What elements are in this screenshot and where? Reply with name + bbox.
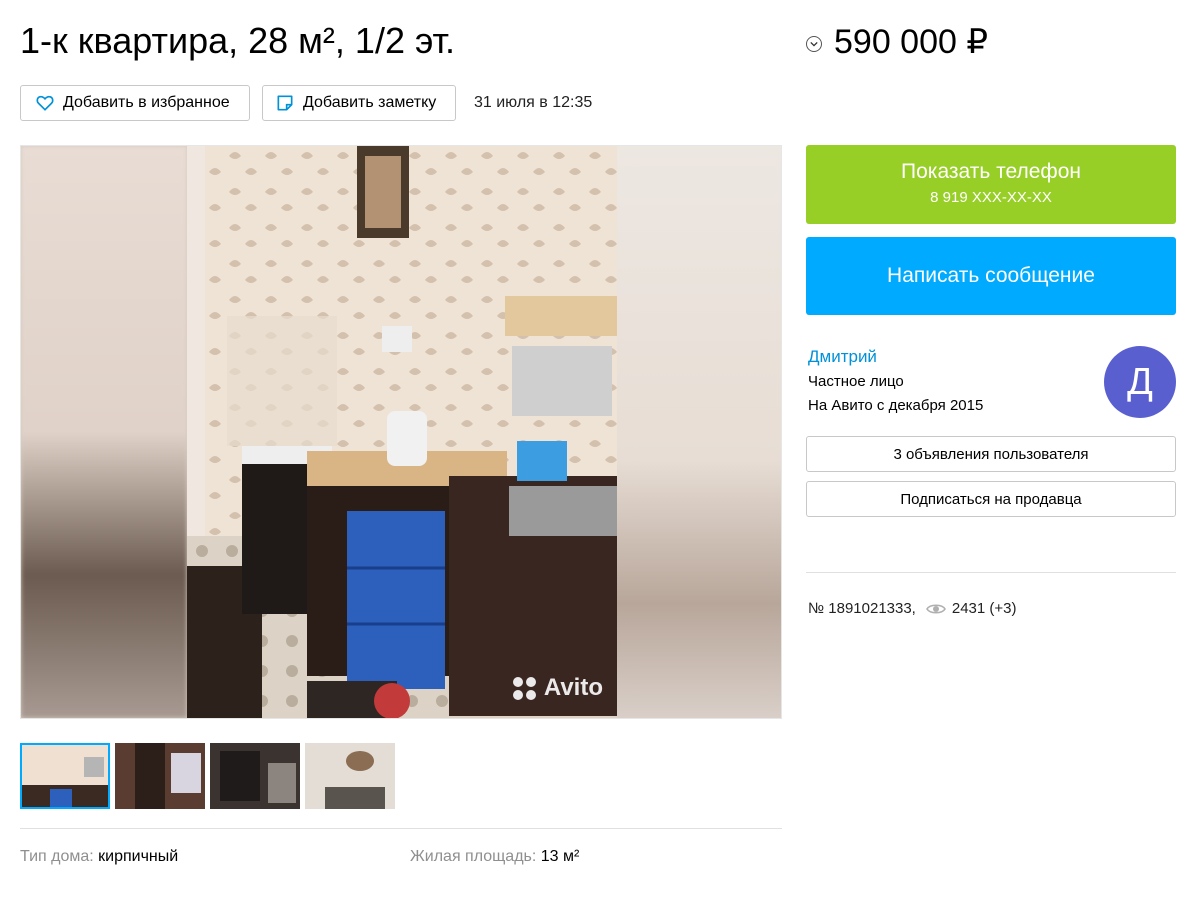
subscribe-label: Подписаться на продавца bbox=[900, 490, 1082, 508]
eye-icon bbox=[925, 602, 946, 616]
param-value: кирпичный bbox=[98, 848, 179, 865]
thumbnail-3[interactable] bbox=[210, 743, 300, 809]
avatar[interactable]: Д bbox=[1104, 346, 1176, 418]
seller-since: На Авито с декабря 2015 bbox=[808, 397, 984, 414]
watermark-text: Avito bbox=[543, 674, 603, 701]
chevron-down-icon[interactable] bbox=[806, 36, 822, 52]
item-number: № 1891021333, bbox=[808, 600, 916, 617]
thumbnail-1[interactable] bbox=[20, 743, 110, 809]
write-message-label: Написать сообщение bbox=[887, 264, 1095, 287]
thumbnail-2[interactable] bbox=[115, 743, 205, 809]
seller-name-link[interactable]: Дмитрий bbox=[808, 347, 877, 367]
seller-type: Частное лицо bbox=[808, 373, 904, 390]
listing-title: 1-к квартира, 28 м², 1/2 эт. bbox=[20, 20, 456, 61]
publication-date: 31 июля в 12:35 bbox=[474, 94, 593, 111]
user-ads-button[interactable]: 3 объявления пользователя bbox=[806, 436, 1176, 472]
subscribe-button[interactable]: Подписаться на продавца bbox=[806, 481, 1176, 517]
price: 590 000 ₽ bbox=[834, 23, 988, 61]
param-value: 13 м² bbox=[540, 848, 580, 865]
divider bbox=[806, 572, 1176, 573]
price-block: 590 000 ₽ bbox=[806, 20, 988, 64]
thumbnail-4[interactable] bbox=[305, 743, 395, 809]
add-note-label: Добавить заметку bbox=[303, 94, 437, 111]
phone-masked: 8 919 XXX-XX-XX bbox=[930, 189, 1052, 206]
user-ads-label: 3 объявления пользователя bbox=[893, 445, 1089, 463]
param-label: Тип дома: bbox=[20, 848, 99, 865]
avito-logo: Avito bbox=[512, 674, 603, 702]
photo-blur-right bbox=[615, 146, 781, 718]
note-icon bbox=[275, 93, 295, 113]
listing-meta: № 1891021333, 2431 (+3) bbox=[808, 600, 1017, 617]
photo-blur-left bbox=[21, 146, 187, 718]
main-photo[interactable]: Avito bbox=[187, 146, 617, 718]
write-message-button[interactable]: Написать сообщение bbox=[806, 237, 1176, 315]
param-house-type: Тип дома: кирпичный bbox=[20, 848, 178, 866]
thumbnail-strip bbox=[20, 743, 395, 809]
add-to-favorites-label: Добавить в избранное bbox=[63, 94, 230, 111]
view-count: 2431 (+3) bbox=[951, 600, 1017, 617]
photo-gallery[interactable]: Avito bbox=[20, 145, 782, 719]
divider bbox=[20, 828, 782, 829]
show-phone-label: Показать телефон bbox=[901, 160, 1081, 183]
add-to-favorites-button[interactable]: Добавить в избранное bbox=[20, 85, 250, 121]
heart-icon bbox=[35, 93, 55, 113]
show-phone-button[interactable]: Показать телефон 8 919 XXX-XX-XX bbox=[806, 145, 1176, 224]
param-label: Жилая площадь: bbox=[410, 848, 541, 865]
param-living-area: Жилая площадь: 13 м² bbox=[410, 848, 579, 866]
add-note-button[interactable]: Добавить заметку bbox=[262, 85, 456, 121]
